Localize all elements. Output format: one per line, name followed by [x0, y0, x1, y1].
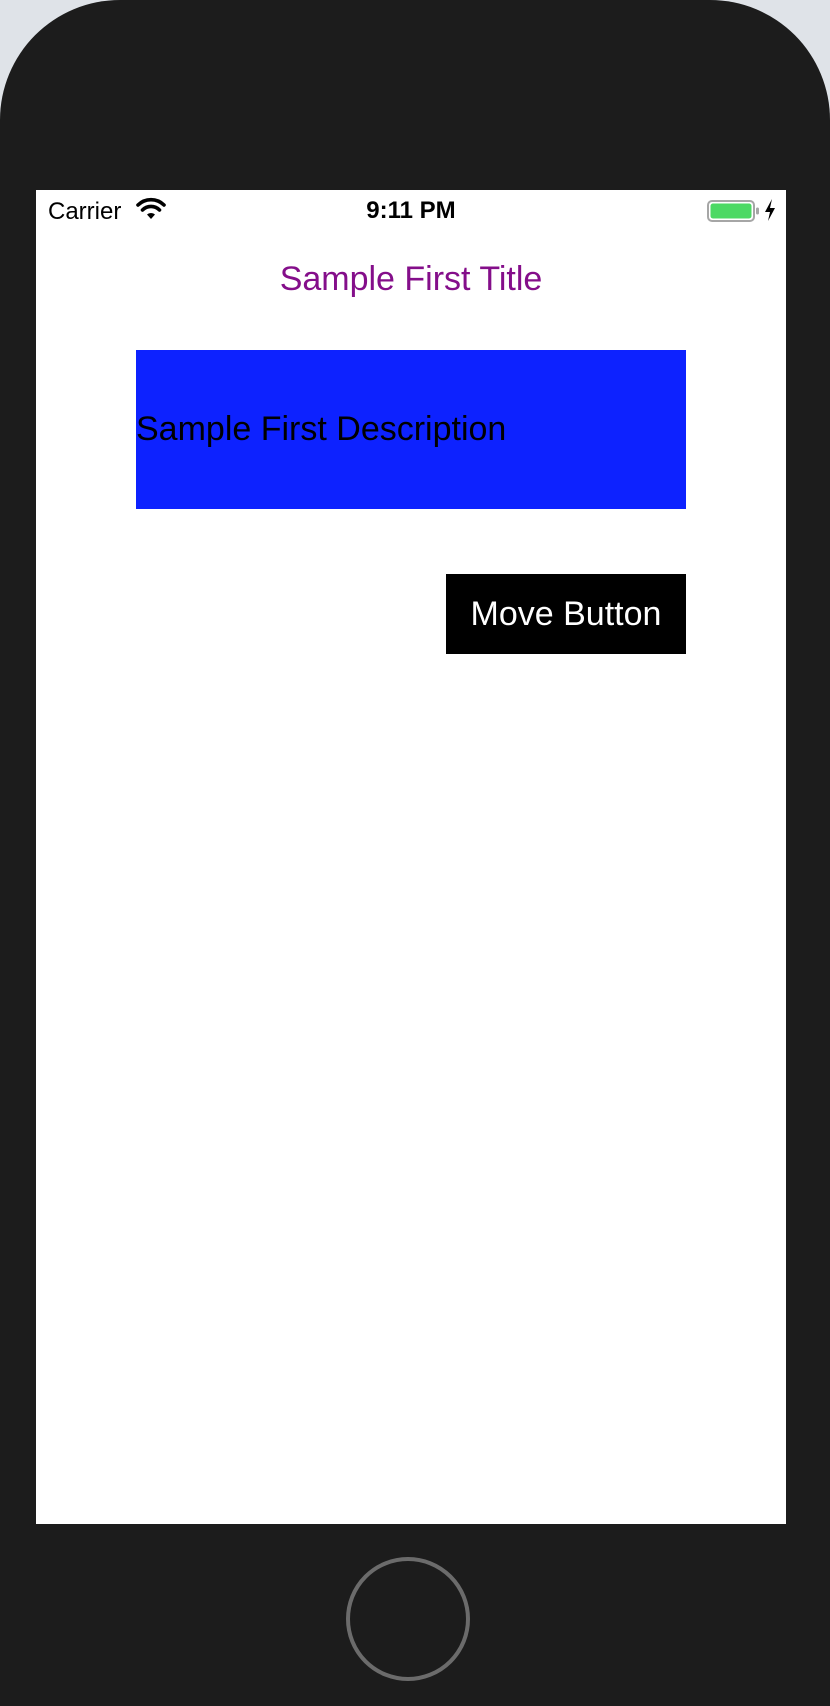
status-bar: Carrier 9:11 PM	[36, 190, 786, 230]
move-button[interactable]: Move Button	[446, 574, 686, 654]
device-screen: Carrier 9:11 PM Sample First Title Sampl…	[36, 190, 786, 1524]
description-box: Sample First Description	[136, 350, 686, 509]
window-corner-icon	[806, 0, 830, 12]
battery-icon	[707, 200, 759, 222]
status-time: 9:11 PM	[366, 197, 456, 224]
charging-bolt-icon	[765, 199, 775, 221]
page-title: Sample First Title	[279, 260, 543, 298]
description-label: Sample First Description	[136, 410, 507, 448]
home-button[interactable]	[346, 1557, 470, 1681]
simulator-device-frame: Carrier 9:11 PM Sample First Title Sampl…	[0, 0, 830, 1706]
